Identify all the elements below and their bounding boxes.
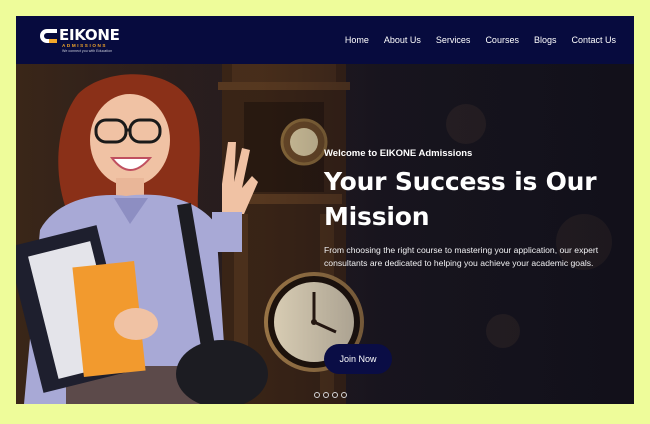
hero-content: Welcome to EIKONE Admissions Your Succes…: [324, 148, 624, 374]
top-navigation-bar: EIKONE ADMISSIONS We connect you with Ed…: [16, 16, 634, 64]
brand-tagline: We connect you with Education: [62, 49, 113, 53]
nav-link-blogs[interactable]: Blogs: [534, 34, 557, 46]
hero-title-line-1: Your Success is Our: [324, 167, 597, 196]
student-photo: [16, 74, 268, 404]
main-menu: Home About Us Services Courses Blogs Con…: [345, 16, 616, 64]
nav-link-about-us[interactable]: About Us: [384, 34, 421, 46]
hero-eyebrow: Welcome to EIKONE Admissions: [324, 148, 473, 159]
join-now-button[interactable]: Join Now: [324, 344, 392, 374]
website-frame: EIKONE ADMISSIONS We connect you with Ed…: [16, 16, 634, 404]
brand-logo[interactable]: EIKONE ADMISSIONS We connect you with Ed…: [40, 26, 126, 56]
hero-title-line-2: Mission: [324, 202, 430, 231]
eikone-logo-mark-icon: [40, 29, 57, 43]
nav-link-home[interactable]: Home: [345, 34, 369, 46]
carousel-dot-4[interactable]: [341, 392, 347, 398]
brand-name: EIKONE: [59, 26, 120, 44]
carousel-indicators: [314, 392, 347, 398]
nav-link-courses[interactable]: Courses: [485, 34, 519, 46]
nav-link-services[interactable]: Services: [436, 34, 471, 46]
nav-link-contact-us[interactable]: Contact Us: [571, 34, 616, 46]
carousel-dot-3[interactable]: [332, 392, 338, 398]
carousel-dot-1[interactable]: [314, 392, 320, 398]
hero-banner: Welcome to EIKONE Admissions Your Succes…: [16, 64, 634, 404]
hero-description: From choosing the right course to master…: [324, 245, 599, 268]
carousel-dot-2[interactable]: [323, 392, 329, 398]
